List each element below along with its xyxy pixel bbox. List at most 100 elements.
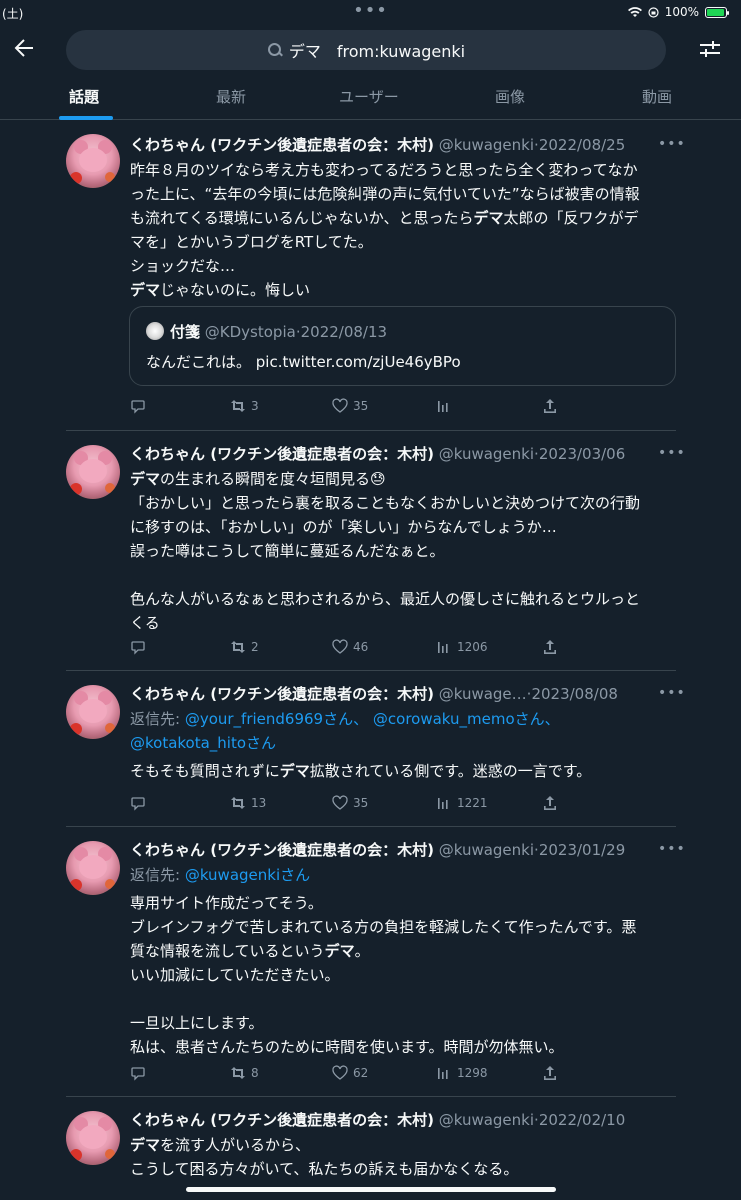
tweet-text: 返信先: @kuwagenkiさん 専用サイト作成だってそう。 ブレインフォグで…	[130, 863, 678, 1059]
share-button[interactable]	[542, 1065, 558, 1081]
like-button[interactable]: 62	[332, 1065, 368, 1081]
mention-link[interactable]: @kotakota_hito	[130, 734, 246, 752]
search-header: デマ from:kuwagenki	[0, 28, 741, 72]
text-line: 「おかしい」と思ったら裏を取ることもなくおかしいと決めつけて次の行動	[130, 494, 641, 512]
back-button[interactable]	[12, 36, 40, 64]
like-button[interactable]: 35	[332, 795, 368, 811]
like-button[interactable]: 46	[332, 639, 368, 655]
reply-icon	[131, 400, 145, 414]
share-button[interactable]	[542, 398, 558, 414]
quote-header: 付箋 @KDystopia·2022/08/13	[170, 321, 387, 342]
status-right: 100%	[627, 5, 729, 19]
tweet-date[interactable]: 2022/08/25	[539, 136, 625, 154]
heart-icon	[332, 1065, 348, 1080]
retweet-button[interactable]: 2	[230, 639, 259, 655]
battery-percent: 100%	[664, 5, 699, 19]
user-handle[interactable]: @kuwagenki	[439, 841, 534, 859]
avatar[interactable]	[66, 1111, 120, 1165]
like-count: 46	[353, 640, 369, 654]
display-name[interactable]: くわちゃん (ワクチン後遺症患者の会：木村)	[130, 841, 434, 859]
user-handle[interactable]: @kuwagenki	[439, 136, 534, 154]
tweet-date[interactable]: 2023/01/29	[539, 841, 625, 859]
retweet-count: 13	[251, 796, 267, 810]
tweet[interactable]: くわちゃん (ワクチン後遺症患者の会：木村) @kuwagenki·2022/0…	[0, 1097, 741, 1200]
retweet-button[interactable]: 3	[230, 398, 259, 414]
reply-icon	[131, 797, 145, 811]
heart-icon	[332, 398, 348, 413]
user-handle[interactable]: @kuwagenki	[439, 1111, 534, 1129]
reply-icon	[131, 641, 145, 655]
views-button[interactable]	[436, 398, 457, 414]
mention-link[interactable]: @corowaku_memo	[373, 710, 515, 728]
retweet-icon	[231, 400, 245, 412]
tweet[interactable]: くわちゃん (ワクチン後遺症患者の会：木村) @kuwage…·2023/08/…	[0, 671, 741, 825]
user-handle[interactable]: @kuwagenki	[439, 445, 534, 463]
text-line	[130, 563, 678, 587]
more-options-button[interactable]: •••	[658, 136, 686, 152]
tab-latest[interactable]: 最新	[216, 86, 246, 107]
views-button[interactable]: 1298	[436, 1065, 488, 1081]
like-button[interactable]: 35	[332, 398, 368, 414]
mention-link[interactable]: @your_friend6969	[185, 710, 323, 728]
like-count: 35	[353, 796, 369, 810]
quoted-tweet[interactable]: 付箋 @KDystopia·2022/08/13 なんだこれは。 pic.twi…	[129, 306, 676, 386]
reply-to-line: 返信先: @kuwagenkiさん	[130, 863, 678, 887]
tweet-header: くわちゃん (ワクチン後遺症患者の会：木村) @kuwagenki·2023/0…	[130, 839, 625, 860]
text-line: こうして困る方々がいて、私たちの訴えも届かなくなる。	[130, 1160, 519, 1178]
display-name[interactable]: くわちゃん (ワクチン後遺症患者の会：木村)	[130, 1111, 434, 1129]
mention-link[interactable]: @kuwagenki	[185, 866, 280, 884]
more-options-button[interactable]: •••	[658, 445, 686, 461]
reply-button[interactable]	[130, 795, 151, 811]
avatar[interactable]	[66, 841, 120, 895]
avatar[interactable]	[66, 445, 120, 499]
reply-to-line: 返信先: @your_friend6969さん、 @corowaku_memoさ…	[130, 707, 678, 731]
retweet-button[interactable]: 8	[230, 1065, 259, 1081]
views-button[interactable]: 1206	[436, 639, 488, 655]
views-button[interactable]: 1221	[436, 795, 488, 811]
like-count: 62	[353, 1066, 369, 1080]
display-name[interactable]: くわちゃん (ワクチン後遺症患者の会：木村)	[130, 136, 434, 154]
search-icon	[267, 42, 283, 58]
tab-photos[interactable]: 画像	[495, 86, 525, 107]
text-line: 昨年８月のツイなら考え方も変わってるだろうと思ったら全く変わってなか	[130, 161, 638, 179]
tab-videos[interactable]: 動画	[642, 86, 672, 107]
retweet-count: 8	[251, 1066, 259, 1080]
reply-button[interactable]	[130, 1065, 151, 1081]
text-line: デマの生まれる瞬間を度々垣間見る😓	[130, 470, 386, 488]
multitasking-dots-icon[interactable]: •••	[353, 0, 388, 21]
retweet-button[interactable]: 13	[230, 795, 266, 811]
tweet[interactable]: くわちゃん (ワクチン後遺症患者の会：木村) @kuwagenki·2023/0…	[0, 827, 741, 1095]
tab-top[interactable]: 話題	[69, 86, 99, 107]
views-count: 1206	[457, 640, 488, 654]
user-handle[interactable]: @kuwage…	[439, 685, 527, 703]
display-name[interactable]: くわちゃん (ワクチン後遺症患者の会：木村)	[130, 445, 434, 463]
share-button[interactable]	[542, 639, 558, 655]
tweet-date[interactable]: 2023/08/08	[531, 685, 617, 703]
search-filter-button[interactable]	[699, 38, 721, 60]
avatar[interactable]	[66, 685, 120, 739]
views-count: 1298	[457, 1066, 488, 1080]
quote-avatar	[146, 322, 164, 340]
share-icon	[544, 640, 556, 654]
tab-people[interactable]: ユーザー	[339, 86, 399, 107]
tweet[interactable]: くわちゃん (ワクチン後遺症患者の会：木村) @kuwagenki·2023/0…	[0, 431, 741, 669]
reply-button[interactable]	[130, 398, 151, 414]
tweet-date[interactable]: 2023/03/06	[539, 445, 625, 463]
text-line: も流れてくる環境にいるんじゃないか、と思ったらデマ太郎の「反ワクがデ	[130, 209, 639, 227]
orientation-lock-icon	[648, 6, 659, 18]
tweet-text: デマの生まれる瞬間を度々垣間見る😓 「おかしい」と思ったら裏を取ることもなくおか…	[130, 467, 678, 635]
share-button[interactable]	[542, 795, 558, 811]
retweet-icon	[231, 641, 245, 653]
more-options-button[interactable]: •••	[658, 685, 686, 701]
reply-to-line: @kotakota_hitoさん	[130, 731, 678, 755]
tweet[interactable]: くわちゃん (ワクチン後遺症患者の会：木村) @kuwagenki·2022/0…	[0, 122, 741, 428]
avatar[interactable]	[66, 134, 120, 188]
reply-button[interactable]	[130, 639, 151, 655]
retweet-count: 3	[251, 399, 259, 413]
search-input[interactable]: デマ from:kuwagenki	[66, 30, 666, 70]
more-options-button[interactable]: •••	[658, 841, 686, 857]
tweet-date[interactable]: 2022/02/10	[539, 1111, 625, 1129]
quote-handle: @KDystopia	[204, 323, 296, 341]
home-indicator[interactable]	[186, 1187, 556, 1192]
display-name[interactable]: くわちゃん (ワクチン後遺症患者の会：木村)	[130, 685, 434, 703]
